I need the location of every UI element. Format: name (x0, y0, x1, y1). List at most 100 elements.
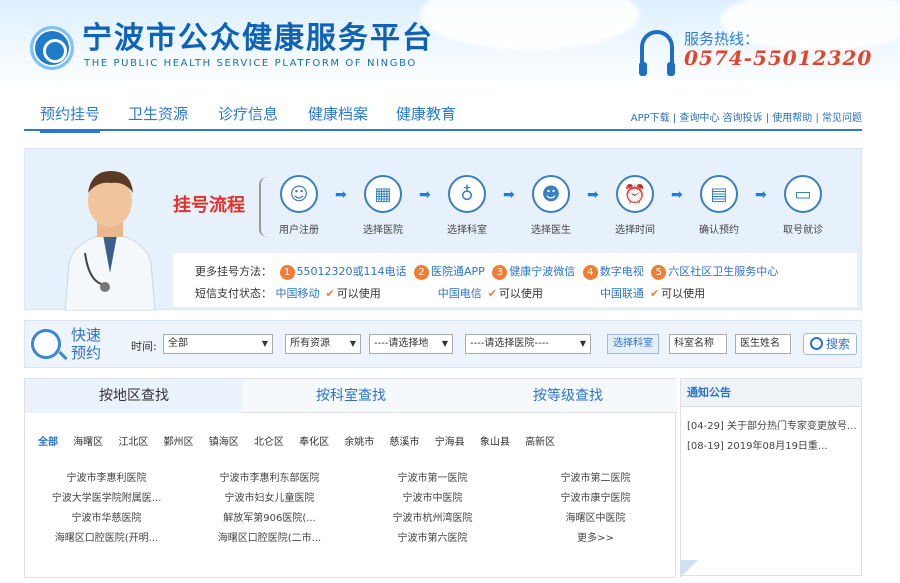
arrow-right-icon: ➡ (503, 187, 515, 203)
hospital-link[interactable]: 宁波市第六医院 (351, 529, 514, 544)
hospital-link[interactable]: 宁波市第二医院 (514, 469, 677, 484)
arrow-right-icon: ➡ (419, 187, 431, 203)
cloud-decoration (420, 0, 640, 50)
card-icon: ▭ (784, 175, 822, 213)
resource-select[interactable]: 所有资源 (285, 334, 361, 354)
method-wechat-link[interactable]: 健康宁波微信 (509, 265, 575, 278)
nav-utility-links[interactable]: APP下载 | 查询中心 咨询投诉 | 使用帮助 | 常见问题 (631, 109, 862, 124)
method-phone-link[interactable]: 55012320或114电话 (297, 265, 407, 278)
site-logo-icon[interactable] (30, 26, 74, 70)
district-item[interactable]: 全部 (35, 431, 61, 450)
district-item[interactable]: 北仑区 (251, 431, 287, 450)
flow-step-hospital: ▦ 选择医院 (353, 175, 413, 236)
sms-carrier: 中国移动 (275, 287, 320, 300)
time-select[interactable]: 全部 (163, 334, 273, 354)
magnifier-icon (810, 337, 823, 350)
method-number-badge: 5 (651, 265, 667, 280)
hospital-link[interactable]: 宁波市第一医院 (351, 469, 514, 484)
doctor-name-input[interactable]: 医生姓名 (735, 334, 791, 354)
hospital-link[interactable]: 宁波市李惠利东部医院 (188, 469, 351, 484)
select-department-button[interactable]: 选择科室 (607, 334, 659, 354)
more-methods-label: 更多挂号方法： (195, 265, 272, 278)
alarm-clock-icon: ⏰ (616, 175, 654, 213)
user-icon: ☺ (280, 175, 318, 213)
checkmark-icon: ✔ (487, 287, 497, 300)
flow-step-time: ⏰ 选择时间 (605, 175, 665, 236)
method-number-badge: 3 (492, 265, 508, 280)
flow-step-label: 取号就诊 (783, 225, 823, 236)
hospital-link[interactable]: 解放军第906医院(... (188, 509, 351, 524)
more-hospitals-link[interactable]: 更多>> (514, 529, 677, 544)
district-item[interactable]: 镇海区 (206, 431, 242, 450)
district-item[interactable]: 海曙区 (70, 431, 106, 450)
headset-icon (639, 30, 675, 76)
flow-step-label: 选择医院 (363, 225, 403, 236)
hospital-link[interactable]: 宁波市康宁医院 (514, 489, 677, 504)
district-item[interactable]: 慈溪市 (387, 431, 423, 450)
district-item[interactable]: 高新区 (522, 431, 558, 450)
quick-appointment-title: 快速预约 (71, 326, 102, 362)
method-app-link[interactable]: 医院通APP (431, 265, 485, 278)
hospital-link[interactable]: 海曙区口腔医院(开明... (25, 529, 188, 544)
hospital-link[interactable]: 海曙区口腔医院(二市... (188, 529, 351, 544)
area-select[interactable]: ----请选择地 (369, 334, 453, 354)
flow-step-department: ♁ 选择科室 (437, 175, 497, 236)
hospital-link[interactable]: 宁波市李惠利医院 (25, 469, 188, 484)
stethoscope-icon: ♁ (448, 175, 486, 213)
flow-step-pickup: ▭ 取号就诊 (773, 175, 833, 236)
sms-status: 可以使用 (498, 287, 543, 300)
hospital-link[interactable]: 宁波大学医学院附属医... (25, 489, 188, 504)
main-nav: 预约挂号 卫生资源 诊疗信息 健康档案 健康教育 APP下载 | 查询中心 咨询… (24, 95, 862, 133)
notice-item[interactable]: [04-29] 关于部分热门专家变更放号... (687, 417, 859, 432)
checkmark-icon: ✔ (325, 287, 335, 300)
hospital-select[interactable]: ----请选择医院---- (465, 334, 591, 354)
doctor-icon: ☻ (532, 175, 570, 213)
tab-by-level[interactable]: 按等级查找 (459, 379, 677, 413)
flow-step-label: 选择医生 (531, 225, 571, 236)
district-item[interactable]: 江北区 (115, 431, 151, 450)
notice-panel: 通知公告 [04-29] 关于部分热门专家变更放号... [08-19] 201… (680, 378, 862, 576)
method-community-link[interactable]: 六区社区卫生服务中心 (668, 265, 778, 278)
method-tv-link[interactable]: 数字电视 (600, 265, 644, 278)
tab-by-region[interactable]: 按地区查找 (25, 379, 243, 413)
district-item[interactable]: 鄞州区 (161, 431, 197, 450)
flow-step-label: 选择科室 (447, 225, 487, 236)
district-item[interactable]: 奉化区 (296, 431, 332, 450)
hospital-finder: 按地区查找 按科室查找 按等级查找 全部 海曙区 江北区 鄞州区 镇海区 北仑区… (24, 378, 677, 578)
hospital-link[interactable]: 宁波市妇女儿童医院 (188, 489, 351, 504)
flow-step-label: 用户注册 (279, 225, 319, 236)
site-header: 宁波市公众健康服务平台 THE PUBLIC HEALTH SERVICE PL… (0, 0, 900, 95)
quick-appointment-bar: 快速预约 时间: 全部 所有资源 ----请选择地 ----请选择医院---- … (24, 320, 862, 368)
search-icon (31, 329, 61, 359)
nav-item-diagnosis-info[interactable]: 诊疗信息 (218, 103, 278, 124)
nav-item-health-education[interactable]: 健康教育 (396, 103, 456, 124)
nav-item-health-records[interactable]: 健康档案 (308, 103, 368, 124)
district-item[interactable]: 象山县 (477, 431, 513, 450)
doctor-illustration (64, 171, 156, 311)
method-number-badge: 2 (413, 265, 429, 280)
district-item[interactable]: 余姚市 (341, 431, 377, 450)
hospital-link[interactable]: 海曙区中医院 (514, 509, 677, 524)
district-filter: 全部 海曙区 江北区 鄞州区 镇海区 北仑区 奉化区 余姚市 慈溪市 宁海县 象… (35, 431, 564, 450)
notice-item[interactable]: [08-19] 2019年08月19日重... (687, 437, 859, 452)
site-title[interactable]: 宁波市公众健康服务平台 (82, 22, 434, 56)
site-title-en: THE PUBLIC HEALTH SERVICE PLATFORM OF NI… (84, 58, 417, 69)
checkmark-icon: ✔ (649, 287, 660, 300)
sms-status: 可以使用 (661, 287, 706, 300)
hospital-link[interactable]: 宁波市杭州湾医院 (351, 509, 514, 524)
flow-step-confirm: ▤ 确认预约 (689, 175, 749, 236)
confirm-icon: ▤ (700, 175, 738, 213)
sms-carrier: 中国联通 (599, 287, 644, 300)
district-item[interactable]: 宁海县 (432, 431, 468, 450)
search-button[interactable]: 搜索 (803, 333, 857, 355)
nav-item-appointment[interactable]: 预约挂号 (40, 103, 101, 133)
hospital-link[interactable]: 宁波市中医院 (351, 489, 514, 504)
page-corner-decoration (680, 560, 698, 578)
hospital-link[interactable]: 宁波市华慈医院 (25, 509, 188, 524)
method-number-badge: 4 (582, 265, 598, 280)
flow-step-label: 选择时间 (615, 225, 655, 236)
hotline-number: 0574-55012320 (684, 46, 873, 70)
nav-item-resources[interactable]: 卫生资源 (128, 103, 188, 124)
tab-by-department[interactable]: 按科室查找 (242, 379, 460, 413)
department-name-input[interactable]: 科室名称 (669, 334, 727, 354)
